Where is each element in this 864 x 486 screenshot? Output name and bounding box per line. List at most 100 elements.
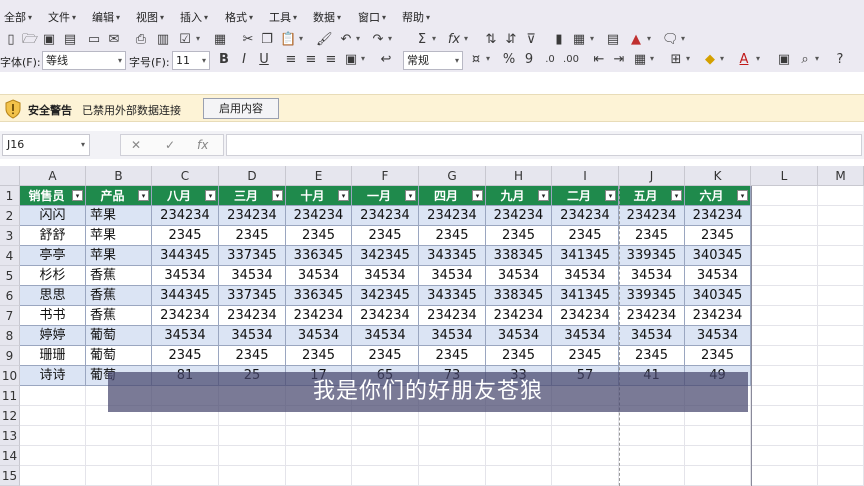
merge-cells-icon[interactable]: ▣	[343, 52, 359, 68]
table-cell[interactable]: 闪闪	[20, 206, 86, 226]
row-header[interactable]: 11	[0, 386, 20, 406]
undo-icon[interactable]: ↶	[338, 32, 354, 48]
row-header[interactable]: 5	[0, 266, 20, 286]
insert-function-icon[interactable]: fx	[197, 138, 208, 152]
column-header[interactable]: I	[552, 166, 619, 186]
empty-cell[interactable]	[219, 446, 286, 466]
column-header[interactable]: H	[486, 166, 552, 186]
table-cell[interactable]: 2345	[419, 346, 486, 366]
table-header-cell[interactable]: 十月 ▾	[286, 186, 352, 206]
table-cell[interactable]: 234234	[619, 306, 685, 326]
row-header[interactable]: 4	[0, 246, 20, 266]
table-cell[interactable]: 2345	[219, 226, 286, 246]
row-header[interactable]: 2	[0, 206, 20, 226]
table-cell[interactable]: 340345	[685, 246, 751, 266]
column-header[interactable]: D	[219, 166, 286, 186]
table-cell[interactable]: 234234	[486, 306, 552, 326]
borders-icon[interactable]: ⊞	[668, 52, 684, 68]
percent-icon[interactable]: %	[501, 52, 517, 68]
row-header[interactable]: 7	[0, 306, 20, 326]
empty-cell[interactable]	[751, 246, 818, 266]
form-icon[interactable]: ▤	[605, 32, 621, 48]
table-cell[interactable]: 234234	[152, 206, 219, 226]
sort-ascending-icon[interactable]: ⇅	[483, 32, 499, 48]
table-cell[interactable]: 339345	[619, 246, 685, 266]
column-header[interactable]: K	[685, 166, 751, 186]
chevron-down-icon[interactable]: ▾	[686, 54, 690, 63]
table-header-cell[interactable]: 五月 ▾	[619, 186, 685, 206]
chevron-down-icon[interactable]: ▾	[196, 34, 200, 43]
redo-icon[interactable]: ↷	[370, 32, 386, 48]
table-cell[interactable]: 2345	[685, 346, 751, 366]
table-cell[interactable]: 2345	[619, 226, 685, 246]
empty-cell[interactable]	[751, 266, 818, 286]
filter-dropdown-icon[interactable]: ▾	[671, 190, 682, 201]
row-header[interactable]: 6	[0, 286, 20, 306]
paste-icon[interactable]: 📋	[280, 32, 296, 48]
table-cell[interactable]: 2345	[286, 226, 352, 246]
column-header[interactable]: F	[352, 166, 419, 186]
table-cell[interactable]: 234234	[286, 306, 352, 326]
column-header[interactable]: B	[86, 166, 152, 186]
empty-cell[interactable]	[486, 446, 552, 466]
empty-cell[interactable]	[286, 466, 352, 486]
empty-cell[interactable]	[751, 226, 818, 246]
table-cell[interactable]: 2345	[419, 226, 486, 246]
empty-cell[interactable]	[751, 406, 818, 426]
empty-cell[interactable]	[286, 426, 352, 446]
table-header-cell[interactable]: 六月 ▾	[685, 186, 751, 206]
menu-item[interactable]: 视图 ▾	[136, 9, 164, 25]
table-cell[interactable]: 2345	[552, 346, 619, 366]
chevron-down-icon[interactable]: ▾	[681, 34, 685, 43]
menu-item[interactable]: 全部 ▾	[4, 9, 32, 25]
empty-cell[interactable]	[751, 306, 818, 326]
fill-color-icon[interactable]: ◆	[702, 52, 718, 68]
table-cell[interactable]: 34534	[152, 266, 219, 286]
indent-increase-icon[interactable]: ⇥	[611, 52, 627, 68]
empty-cell[interactable]	[20, 466, 86, 486]
empty-cell[interactable]	[352, 446, 419, 466]
table-cell[interactable]: 2345	[352, 226, 419, 246]
chevron-down-icon[interactable]: ▾	[361, 54, 365, 63]
empty-cell[interactable]	[751, 426, 818, 446]
empty-cell[interactable]	[20, 446, 86, 466]
table-cell[interactable]: 234234	[685, 206, 751, 226]
font-name-select[interactable]: 等线 ▾	[42, 51, 126, 70]
column-header[interactable]: J	[619, 166, 685, 186]
chevron-down-icon[interactable]: ▾	[299, 34, 303, 43]
empty-cell[interactable]	[152, 466, 219, 486]
table-cell[interactable]: 234234	[152, 306, 219, 326]
table-header-cell[interactable]: 三月 ▾	[219, 186, 286, 206]
empty-cell[interactable]	[286, 446, 352, 466]
insert-object-icon[interactable]: ▣	[776, 52, 792, 68]
save-as-icon[interactable]: ▤	[62, 32, 78, 48]
comma-style-icon[interactable]: 9	[521, 52, 537, 68]
table-cell[interactable]: 2345	[152, 346, 219, 366]
column-header[interactable]: G	[419, 166, 486, 186]
row-header[interactable]: 12	[0, 406, 20, 426]
column-header[interactable]: E	[286, 166, 352, 186]
align-left-icon[interactable]: ≡	[283, 52, 299, 68]
empty-cell[interactable]	[818, 186, 864, 206]
empty-cell[interactable]	[352, 466, 419, 486]
number-format-select[interactable]: 常规 ▾	[403, 51, 463, 70]
italic-icon[interactable]: I	[236, 52, 252, 68]
empty-cell[interactable]	[152, 426, 219, 446]
empty-cell[interactable]	[619, 426, 685, 446]
accept-icon[interactable]: ✓	[165, 138, 175, 152]
empty-cell[interactable]	[86, 446, 152, 466]
empty-cell[interactable]	[20, 406, 86, 426]
filter-dropdown-icon[interactable]: ▾	[538, 190, 549, 201]
empty-cell[interactable]	[818, 346, 864, 366]
empty-cell[interactable]	[818, 226, 864, 246]
chevron-down-icon[interactable]: ▾	[432, 34, 436, 43]
select-all-corner[interactable]	[0, 166, 20, 186]
table-cell[interactable]: 34534	[419, 326, 486, 346]
empty-cell[interactable]	[419, 466, 486, 486]
table-cell[interactable]: 234234	[552, 306, 619, 326]
empty-cell[interactable]	[818, 206, 864, 226]
table-cell[interactable]: 香蕉	[86, 266, 152, 286]
empty-cell[interactable]	[818, 266, 864, 286]
menu-item[interactable]: 窗口 ▾	[358, 9, 386, 25]
table-cell[interactable]: 234234	[486, 206, 552, 226]
